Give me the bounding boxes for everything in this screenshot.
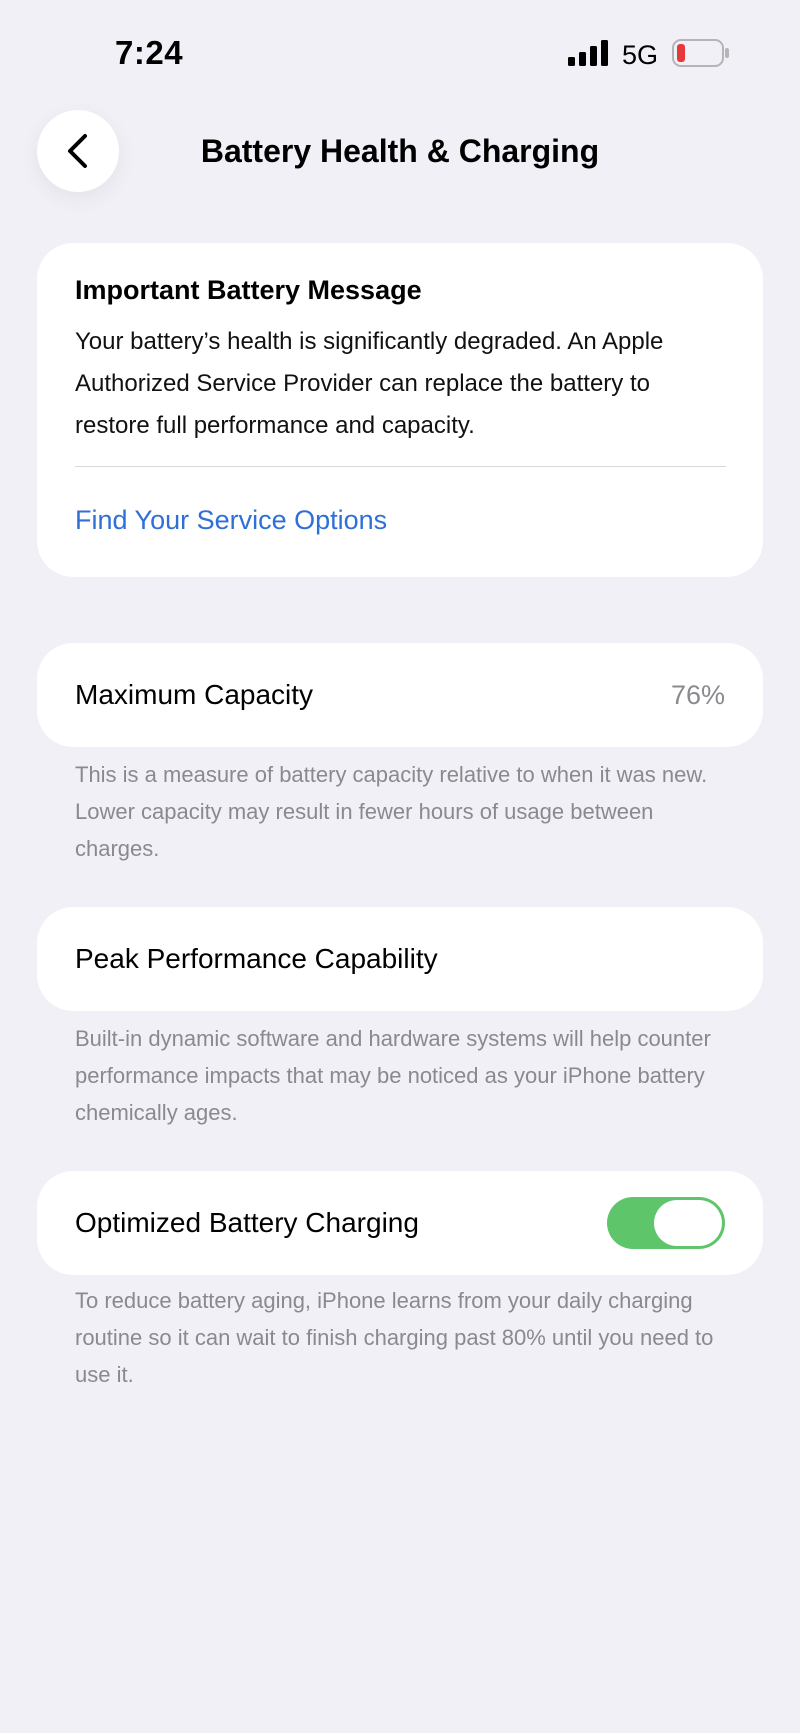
divider [75,466,726,467]
peak-performance-label: Peak Performance Capability [75,943,438,974]
optimized-charging-note: To reduce battery aging, iPhone learns f… [75,1288,714,1387]
optimized-charging-row: Optimized Battery Charging [37,1171,763,1275]
maximum-capacity-label: Maximum Capacity [75,679,314,710]
optimized-charging-label: Optimized Battery Charging [75,1207,419,1238]
page-title: Battery Health & Charging [200,133,600,169]
toggle-knob [654,1200,722,1246]
message-body: Your battery’s health is significantly d… [75,328,664,439]
peak-performance-note: Built-in dynamic software and hardware s… [75,1026,711,1125]
maximum-capacity-note: This is a measure of battery capacity re… [75,762,708,861]
message-title: Important Battery Message [75,275,422,305]
status-time: 7:24 [115,34,184,71]
optimized-charging-toggle[interactable] [607,1197,725,1249]
maximum-capacity-row: Maximum Capacity 76% [37,643,763,747]
status-bar: 7:24 5G [0,0,800,100]
find-service-options-link[interactable]: Find Your Service Options [75,505,726,536]
cellular-signal-icon [568,40,608,66]
maximum-capacity-value: 76% [670,679,725,710]
battery-message-card: Important Battery Message Your battery’s… [37,243,763,577]
network-type: 5G [622,40,659,70]
peak-performance-row: Peak Performance Capability [37,907,763,1011]
battery-low-icon [672,39,729,67]
